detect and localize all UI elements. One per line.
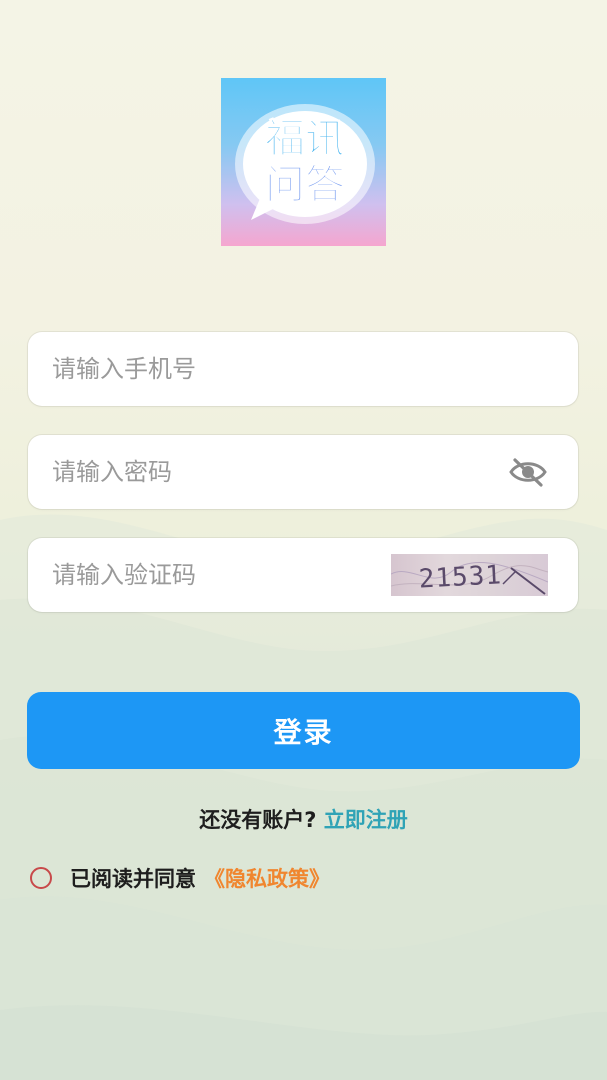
eye-slash-icon[interactable] <box>508 457 548 487</box>
no-account-text: 还没有账户? <box>199 808 317 832</box>
password-field-container <box>28 435 578 509</box>
register-prompt: 还没有账户? 立即注册 <box>0 804 607 834</box>
register-link[interactable]: 立即注册 <box>324 808 408 832</box>
captcha-text: 21531 <box>418 560 503 594</box>
agreement-text: 已阅读并同意 <box>70 867 196 891</box>
password-input[interactable] <box>52 435 492 509</box>
agreement-row: 已阅读并同意 《隐私政策》 <box>30 862 330 894</box>
logo-text-line2: 问答 <box>265 162 346 208</box>
captcha-input[interactable] <box>52 538 372 612</box>
radio-circle-icon[interactable] <box>30 867 52 889</box>
login-button[interactable]: 登录 <box>27 692 580 769</box>
logo-text-line1: 福讯 <box>264 116 345 162</box>
phone-field-container <box>28 332 578 406</box>
captcha-field-container: 21531 <box>28 538 578 612</box>
phone-input[interactable] <box>52 332 492 406</box>
captcha-image[interactable]: 21531 <box>390 554 549 596</box>
privacy-policy-link[interactable]: 《隐私政策》 <box>204 863 330 893</box>
app-logo: 福讯 问答 <box>221 78 386 246</box>
